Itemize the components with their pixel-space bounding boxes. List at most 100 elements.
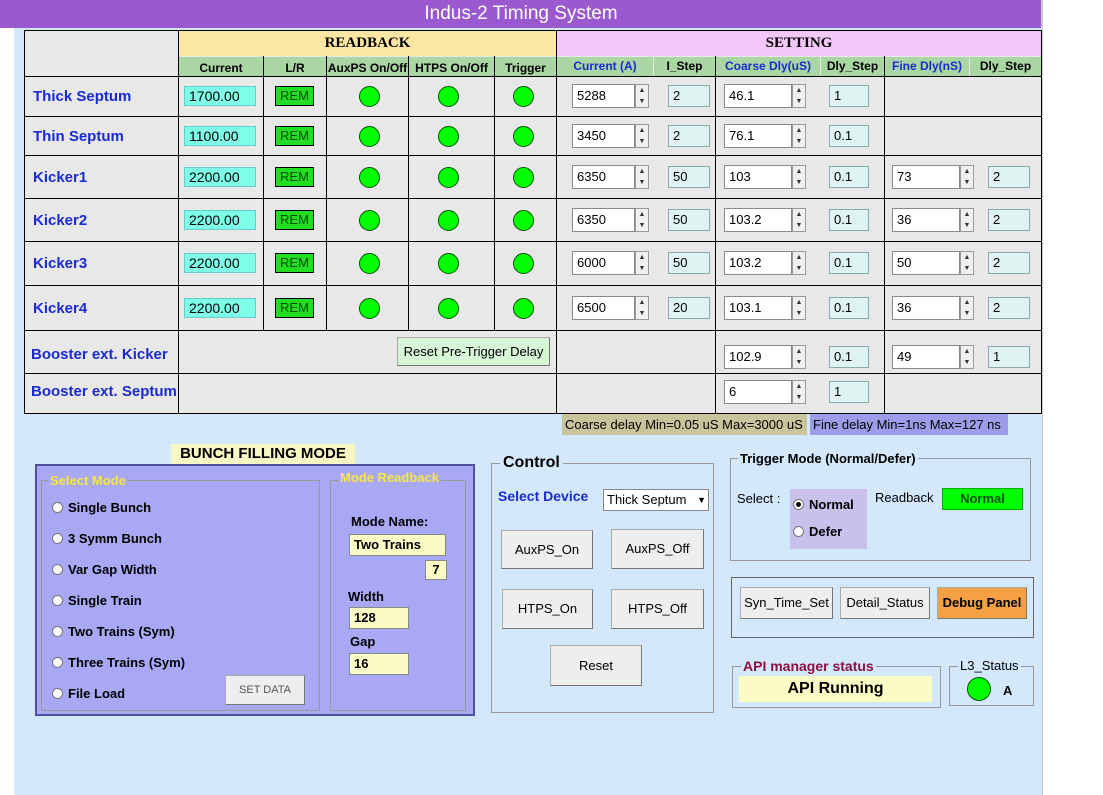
- dly-step-field[interactable]: 0.1: [829, 296, 869, 319]
- mode-radio[interactable]: [52, 626, 63, 637]
- spin-arrows-icon[interactable]: ▲ ▼: [792, 380, 806, 404]
- lr-status: REM: [275, 209, 314, 230]
- booster-septum-coarse-input[interactable]: 6: [724, 380, 792, 404]
- trigger-led: [513, 86, 534, 107]
- trigger-led: [513, 166, 534, 188]
- spin-arrows-icon[interactable]: ▲ ▼: [960, 345, 974, 369]
- i-step-field[interactable]: 50: [668, 165, 710, 188]
- col-trigger: Trigger: [495, 57, 556, 77]
- fine-delay-input[interactable]: 50: [892, 251, 960, 275]
- htps-led: [438, 125, 459, 147]
- booster-kicker-dly-step[interactable]: 0.1: [829, 346, 869, 368]
- set-current-input[interactable]: 6350: [572, 164, 635, 189]
- coarse-delay-input[interactable]: 103.2: [724, 251, 792, 275]
- spin-arrows-icon[interactable]: ▲ ▼: [635, 123, 649, 148]
- fine-delay-input[interactable]: 36: [892, 295, 960, 320]
- normal-radio[interactable]: [793, 499, 804, 510]
- set-data-button[interactable]: SET DATA: [225, 675, 305, 705]
- set-current-input[interactable]: 6500: [572, 295, 635, 320]
- api-status-title: API manager status: [741, 658, 876, 674]
- device-label: Kicker2: [33, 211, 88, 229]
- set-current-input[interactable]: 6350: [572, 207, 635, 232]
- coarse-delay-input[interactable]: 103.1: [724, 295, 792, 320]
- col-lr: L/R: [264, 57, 326, 77]
- gap-label: Gap: [350, 634, 376, 649]
- spin-arrows-icon[interactable]: ▲ ▼: [635, 251, 649, 275]
- fine-delay-input[interactable]: 73: [892, 164, 960, 189]
- spin-arrows-icon[interactable]: ▲ ▼: [635, 295, 649, 320]
- spin-arrows-icon[interactable]: ▲ ▼: [792, 345, 806, 369]
- spin-arrows-icon[interactable]: ▲ ▼: [792, 207, 806, 232]
- col-set-current: Current (A): [557, 57, 653, 77]
- htps-led: [438, 209, 459, 231]
- mode-radio[interactable]: [52, 688, 63, 699]
- fine-step-field[interactable]: 2: [988, 165, 1030, 188]
- coarse-delay-input[interactable]: 103.2: [724, 207, 792, 232]
- spin-arrows-icon[interactable]: ▲ ▼: [792, 84, 806, 108]
- mode-option-label: Single Bunch: [68, 500, 152, 515]
- spin-arrows-icon[interactable]: ▲ ▼: [792, 251, 806, 275]
- spin-arrows-icon[interactable]: ▲ ▼: [635, 164, 649, 189]
- spin-arrows-icon[interactable]: ▲ ▼: [960, 295, 974, 320]
- booster-kicker-fine-input[interactable]: 49: [892, 345, 960, 369]
- mode-radio[interactable]: [52, 502, 63, 513]
- mode-radio[interactable]: [52, 564, 63, 575]
- booster-kicker-coarse-input[interactable]: 102.9: [724, 345, 792, 369]
- fine-step-field[interactable]: 2: [988, 296, 1030, 319]
- set-current-input[interactable]: 6000: [572, 251, 635, 275]
- reset-button[interactable]: Reset: [550, 645, 642, 686]
- fine-delay-input[interactable]: 36: [892, 207, 960, 232]
- dly-step-field[interactable]: 0.1: [829, 252, 869, 274]
- defer-radio[interactable]: [793, 526, 804, 537]
- reset-pretrigger-button[interactable]: Reset Pre-Trigger Delay: [397, 337, 550, 366]
- auxps-led: [359, 86, 380, 107]
- spin-arrows-icon[interactable]: ▲ ▼: [792, 295, 806, 320]
- mode-number-value: 7: [425, 560, 447, 580]
- device-select[interactable]: Thick Septum ▼: [603, 489, 709, 511]
- dly-step-field[interactable]: 0.1: [829, 124, 869, 147]
- set-current-input[interactable]: 5288: [572, 84, 635, 108]
- booster-kicker-fine-step[interactable]: 1: [988, 346, 1030, 368]
- spin-arrows-icon[interactable]: ▲ ▼: [635, 84, 649, 108]
- i-step-field[interactable]: 2: [668, 85, 710, 107]
- coarse-delay-input[interactable]: 76.1: [724, 123, 792, 148]
- spin-arrows-icon[interactable]: ▲ ▼: [635, 207, 649, 232]
- window-edge: [1041, 0, 1103, 795]
- htps-on-button[interactable]: HTPS_On: [502, 589, 593, 629]
- mode-radio[interactable]: [52, 595, 63, 606]
- mode-name-value: Two Trains: [349, 534, 446, 556]
- dly-step-field[interactable]: 1: [829, 85, 869, 107]
- lr-status: REM: [275, 86, 314, 106]
- spin-arrows-icon[interactable]: ▲ ▼: [960, 164, 974, 189]
- coarse-delay-input[interactable]: 46.1: [724, 84, 792, 108]
- coarse-delay-input[interactable]: 103: [724, 164, 792, 189]
- lr-status: REM: [275, 297, 314, 318]
- booster-septum-dly-step[interactable]: 1: [829, 381, 869, 403]
- spin-arrows-icon[interactable]: ▲ ▼: [792, 164, 806, 189]
- dly-step-field[interactable]: 0.1: [829, 165, 869, 188]
- i-step-field[interactable]: 50: [668, 208, 710, 231]
- i-step-field[interactable]: 2: [668, 124, 710, 147]
- htps-off-button[interactable]: HTPS_Off: [611, 589, 704, 629]
- i-step-field[interactable]: 20: [668, 296, 710, 319]
- auxps-off-button[interactable]: AuxPS_Off: [611, 529, 704, 569]
- set-current-input[interactable]: 3450: [572, 123, 635, 148]
- l3-status-value: A: [1003, 683, 1013, 698]
- mode-radio[interactable]: [52, 533, 63, 544]
- fine-step-field[interactable]: 2: [988, 208, 1030, 231]
- trigger-led: [513, 125, 534, 147]
- spin-arrows-icon[interactable]: ▲ ▼: [960, 207, 974, 232]
- syn-time-set-button[interactable]: Syn_Time_Set: [740, 587, 833, 619]
- mode-option-label: Single Train: [68, 593, 142, 608]
- fine-step-field[interactable]: 2: [988, 252, 1030, 274]
- dly-step-field[interactable]: 0.1: [829, 208, 869, 231]
- auxps-on-button[interactable]: AuxPS_On: [501, 530, 593, 569]
- detail-status-button[interactable]: Detail_Status: [840, 587, 930, 619]
- coarse-range-note: Coarse delay Min=0.05 uS Max=3000 uS: [562, 414, 807, 435]
- spin-arrows-icon[interactable]: ▲ ▼: [960, 251, 974, 275]
- device-label: Thin Septum: [33, 127, 124, 145]
- i-step-field[interactable]: 50: [668, 252, 710, 274]
- spin-arrows-icon[interactable]: ▲ ▼: [792, 123, 806, 148]
- debug-panel-button[interactable]: Debug Panel: [937, 587, 1027, 619]
- mode-radio[interactable]: [52, 657, 63, 668]
